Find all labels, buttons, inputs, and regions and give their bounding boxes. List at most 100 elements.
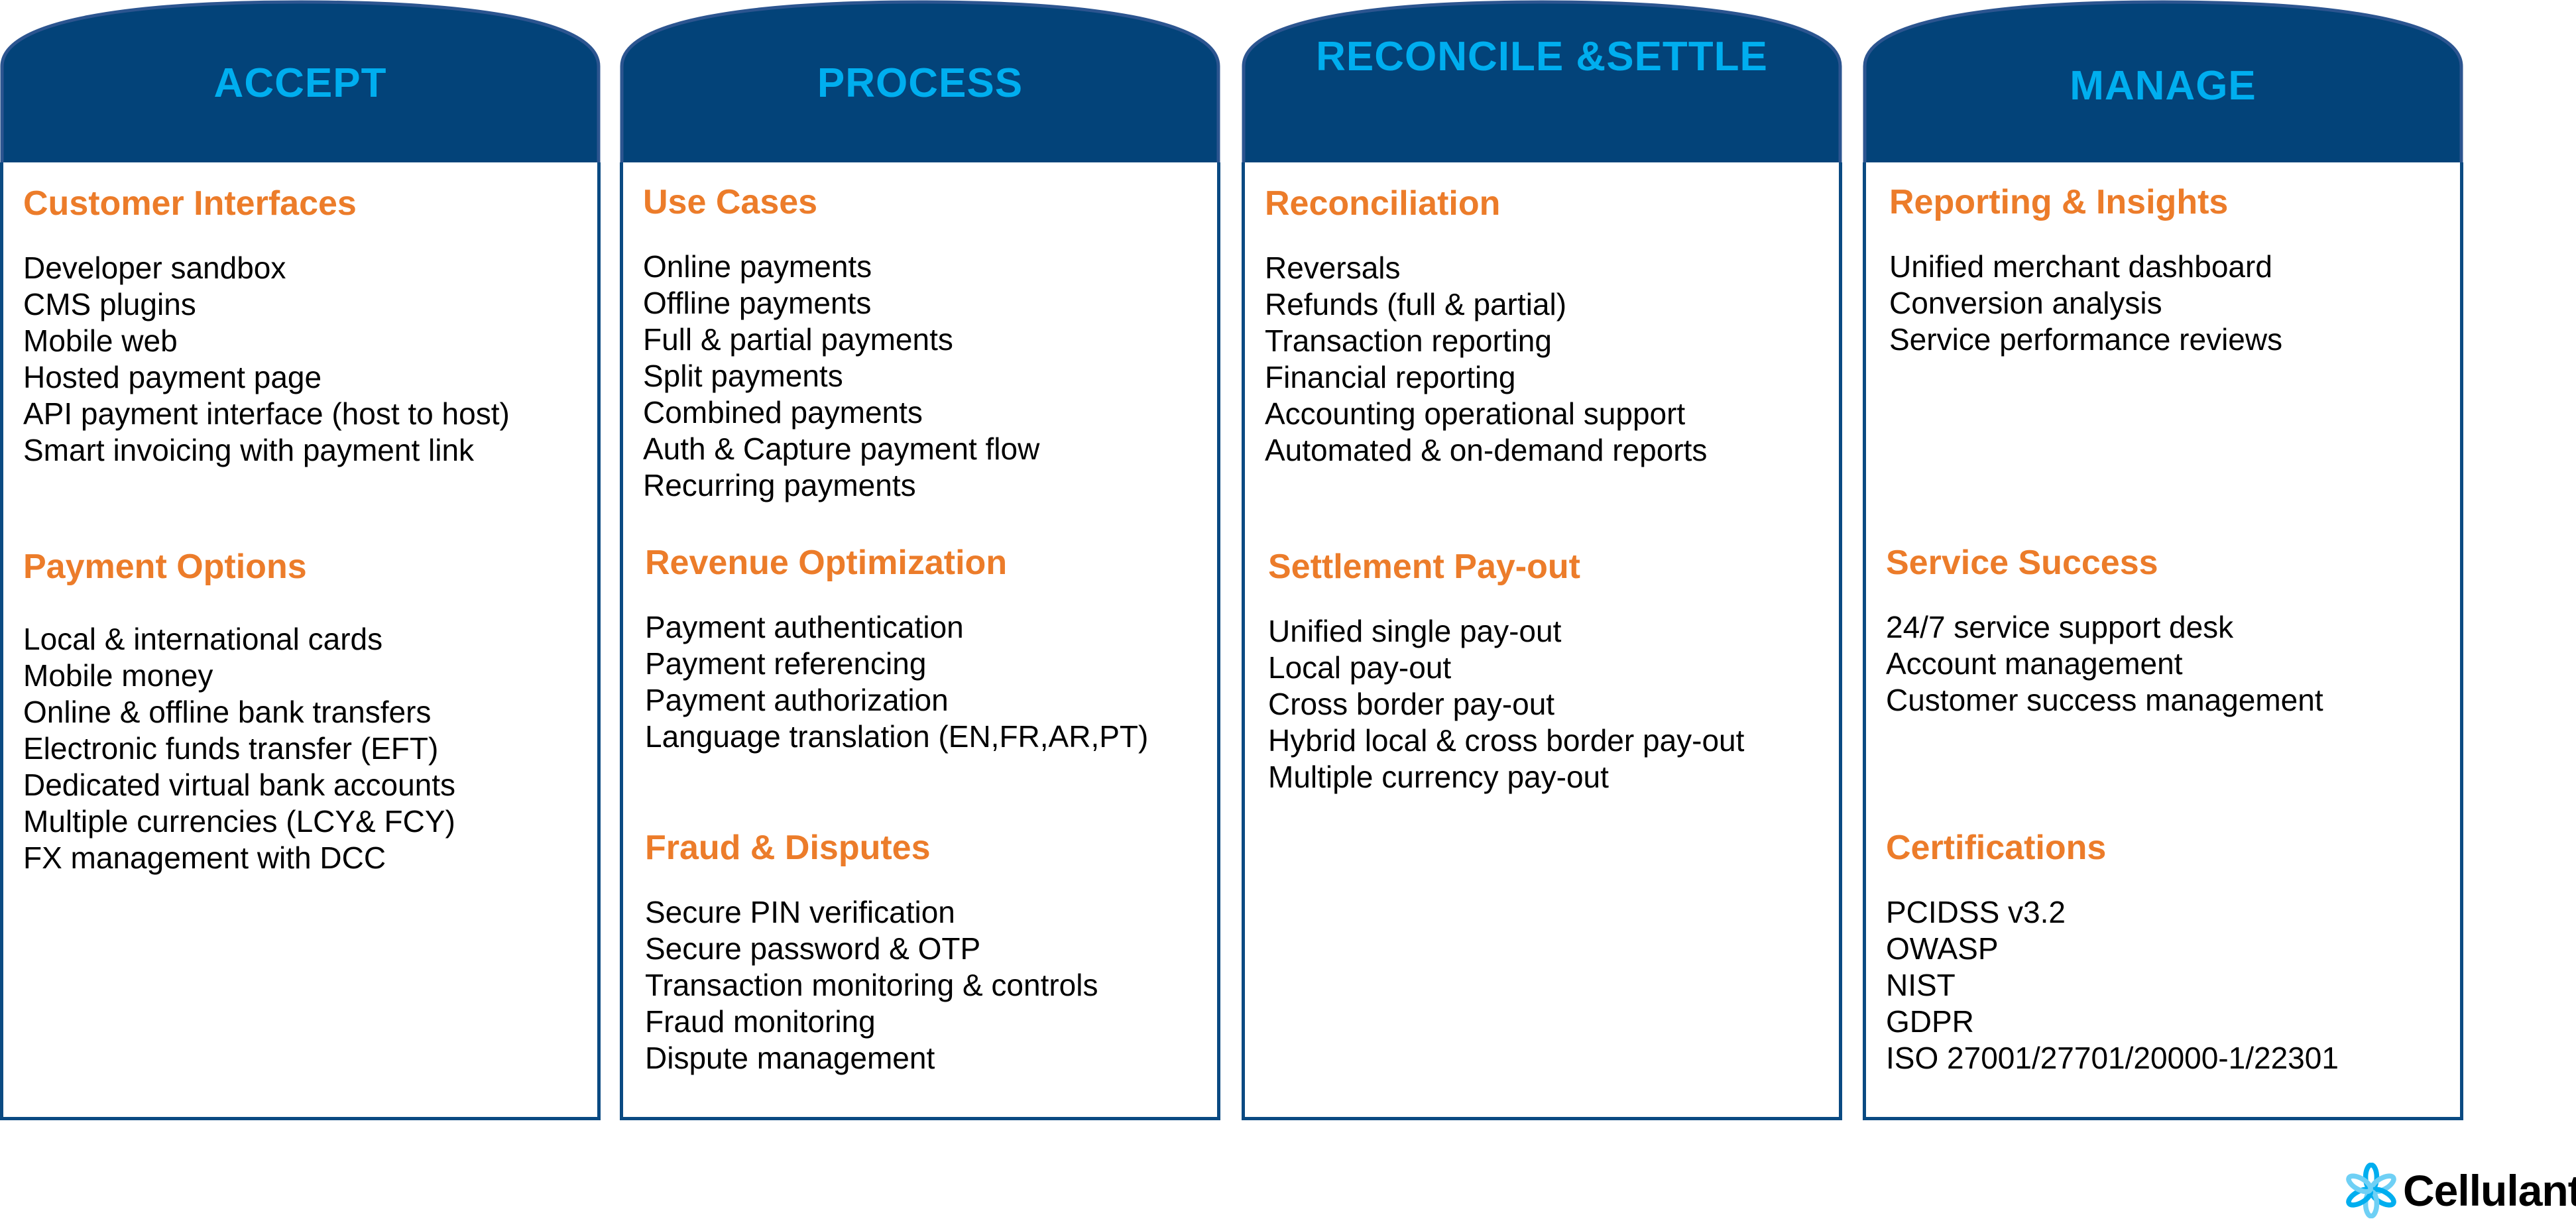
section-title: Reconciliation (1265, 184, 1501, 223)
column-title: MANAGE (1863, 0, 2463, 111)
section-items: PCIDSS v3.2 OWASP NIST GDPR ISO 27001/27… (1886, 894, 2447, 1076)
section-items: 24/7 service support desk Account manage… (1886, 609, 2447, 719)
list-item: Customer success management (1886, 683, 2323, 717)
list-item: Fraud monitoring (645, 1004, 876, 1039)
logo-text: Cellulant (2403, 1166, 2576, 1215)
list-item: Full & partial payments (643, 322, 953, 357)
column-reconcile-settle: RECONCILE & SETTLE Reconciliation Revers… (1242, 0, 1842, 1120)
list-item: Hybrid local & cross border pay-out (1268, 723, 1745, 758)
cellulant-flower-icon (2346, 1163, 2396, 1218)
section-reconciliation: Reconciliation Reversals Refunds (full &… (1265, 182, 1826, 469)
list-item: Reversals (1265, 251, 1401, 285)
column-title-line2: SETTLE (1606, 34, 1768, 80)
list-item: Language translation (EN,FR,AR,PT) (645, 719, 1149, 754)
column-header: PROCESS (620, 0, 1220, 164)
section-revenue-optimization: Revenue Optimization Payment authenticat… (645, 542, 1204, 755)
column-title-text: ACCEPT (213, 60, 387, 106)
list-item: Financial reporting (1265, 360, 1516, 394)
list-item: Online payments (643, 249, 872, 284)
list-item: Payment authorization (645, 683, 949, 717)
section-title: Reporting & Insights (1889, 183, 2229, 221)
list-item: Service performance reviews (1889, 322, 2283, 357)
section-title: Settlement Pay-out (1268, 548, 1580, 586)
section-items: Local & international cards Mobile money… (23, 621, 584, 876)
list-item: Developer sandbox (23, 251, 286, 285)
section-title: Certifications (1886, 829, 2107, 867)
section-title: Customer Interfaces (23, 184, 357, 223)
cellulant-logo: Cellulant (2343, 1160, 2576, 1221)
list-item: Payment referencing (645, 646, 927, 681)
section-title: Revenue Optimization (645, 544, 1008, 582)
section-reporting-insights: Reporting & Insights Unified merchant da… (1889, 181, 2447, 358)
list-item: CMS plugins (23, 287, 196, 321)
list-item: Unified single pay-out (1268, 614, 1562, 648)
list-item: Local pay-out (1268, 650, 1452, 685)
list-item: Conversion analysis (1889, 286, 2162, 320)
section-fraud-disputes: Fraud & Disputes Secure PIN verification… (645, 827, 1204, 1076)
list-item: Multiple currency pay-out (1268, 760, 1609, 794)
column-accept: ACCEPT Customer Interfaces Developer san… (0, 0, 601, 1120)
list-item: Automated & on-demand reports (1265, 433, 1708, 467)
list-item: Transaction reporting (1265, 323, 1552, 358)
list-item: Auth & Capture payment flow (643, 432, 1040, 466)
list-item: Secure PIN verification (645, 895, 955, 929)
list-item: Unified merchant dashboard (1889, 249, 2272, 284)
list-item: Dedicated virtual bank accounts (23, 768, 456, 802)
list-item: Hosted payment page (23, 360, 322, 394)
list-item: Transaction monitoring & controls (645, 968, 1098, 1002)
list-item: Secure password & OTP (645, 931, 981, 966)
list-item: Split payments (643, 359, 843, 393)
list-item: ISO 27001/27701/20000-1/22301 (1886, 1041, 2339, 1075)
list-item: Recurring payments (643, 468, 916, 502)
section-items: Unified single pay-out Local pay-out Cro… (1268, 613, 1826, 795)
column-header: MANAGE (1863, 0, 2463, 164)
section-customer-interfaces: Customer Interfaces Developer sandbox CM… (23, 182, 584, 469)
column-title-text: PROCESS (817, 60, 1024, 106)
list-item: Refunds (full & partial) (1265, 287, 1567, 321)
section-use-cases: Use Cases Online payments Offline paymen… (643, 181, 1204, 504)
list-item: NIST (1886, 968, 1956, 1002)
column-manage: MANAGE Reporting & Insights Unified merc… (1863, 0, 2463, 1120)
section-items: Payment authentication Payment referenci… (645, 609, 1204, 755)
list-item: OWASP (1886, 931, 1999, 966)
section-items: Developer sandbox CMS plugins Mobile web… (23, 250, 584, 469)
list-item: Payment authentication (645, 610, 964, 644)
list-item: Smart invoicing with payment link (23, 433, 475, 467)
list-item: Account management (1886, 646, 2183, 681)
list-item: Electronic funds transfer (EFT) (23, 731, 439, 766)
section-settlement-payout: Settlement Pay-out Unified single pay-ou… (1268, 546, 1826, 795)
list-item: Dispute management (645, 1041, 935, 1075)
section-items: Reversals Refunds (full & partial) Trans… (1265, 250, 1826, 469)
list-item: Mobile money (23, 658, 213, 693)
list-item: Accounting operational support (1265, 396, 1686, 431)
column-title-line1: RECONCILE & (1316, 34, 1607, 80)
column-body: Customer Interfaces Developer sandbox CM… (0, 162, 601, 1120)
list-item: API payment interface (host to host) (23, 396, 510, 431)
column-body: Reporting & Insights Unified merchant da… (1863, 162, 2463, 1120)
section-items: Unified merchant dashboard Conversion an… (1889, 249, 2447, 358)
list-item: Online & offline bank transfers (23, 695, 432, 729)
section-payment-options: Payment Options Local & international ca… (23, 546, 584, 876)
section-title: Use Cases (643, 183, 818, 221)
list-item: Multiple currencies (LCY& FCY) (23, 804, 455, 839)
list-item: Cross border pay-out (1268, 687, 1555, 721)
list-item: Local & international cards (23, 622, 383, 656)
list-item: 24/7 service support desk (1886, 610, 2234, 644)
section-service-success: Service Success 24/7 service support des… (1886, 542, 2447, 719)
column-process: PROCESS Use Cases Online payments Offlin… (620, 0, 1220, 1120)
section-items: Secure PIN verification Secure password … (645, 894, 1204, 1076)
list-item: PCIDSS v3.2 (1886, 895, 2066, 929)
list-item: Combined payments (643, 395, 923, 430)
section-items: Online payments Offline payments Full & … (643, 249, 1204, 504)
section-title: Fraud & Disputes (645, 829, 931, 867)
column-title-text: MANAGE (2070, 63, 2256, 109)
list-item: GDPR (1886, 1004, 1974, 1039)
column-title: ACCEPT (0, 0, 601, 109)
section-title: Payment Options (23, 548, 307, 586)
column-header: RECONCILE & SETTLE (1242, 0, 1842, 164)
column-body: Reconciliation Reversals Refunds (full &… (1242, 162, 1842, 1120)
column-title: RECONCILE & SETTLE (1242, 0, 1842, 82)
column-header: ACCEPT (0, 0, 601, 164)
section-title: Service Success (1886, 544, 2158, 582)
list-item: FX management with DCC (23, 841, 386, 875)
